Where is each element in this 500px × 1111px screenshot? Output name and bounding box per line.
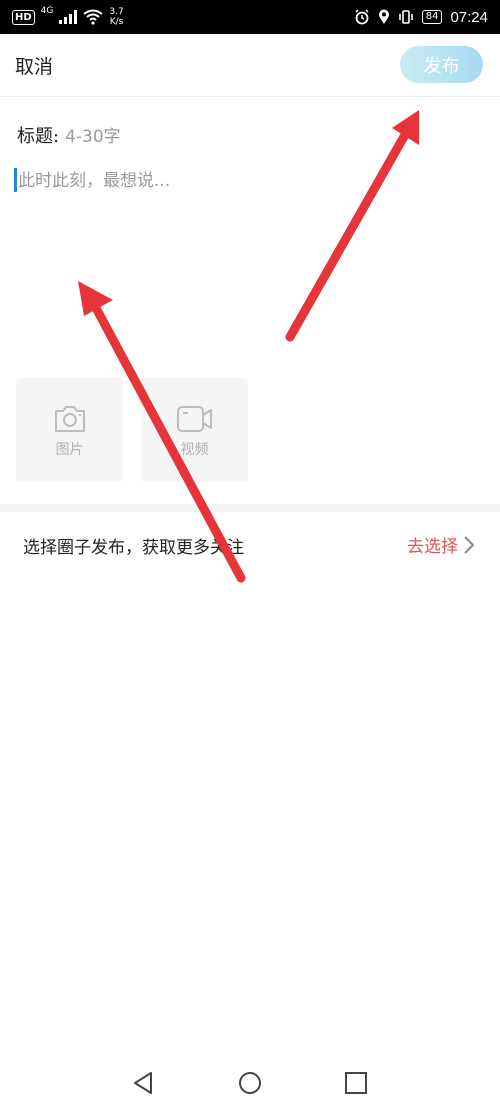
arrow-to-publish	[285, 128, 411, 342]
arrow-head-publish	[392, 110, 419, 145]
camera-icon	[54, 406, 85, 432]
content-field[interactable]: 此时此刻，最想说...	[14, 166, 170, 194]
choose-circle-label: 去选择	[407, 537, 458, 557]
clock: 07:24	[450, 8, 488, 26]
signal-icon	[59, 10, 78, 24]
wifi-icon	[83, 9, 103, 25]
status-left: HD 4G 3.7 K/s	[12, 0, 124, 34]
vibrate-icon	[398, 10, 413, 24]
video-icon	[176, 406, 212, 432]
content-placeholder: 此时此刻，最想说...	[18, 171, 171, 191]
recents-nav-icon[interactable]	[342, 1069, 370, 1097]
chevron-right-icon	[464, 535, 474, 554]
status-right: 84 07:24	[354, 0, 488, 34]
location-icon	[378, 9, 389, 24]
status-bar: HD 4G 3.7 K/s 84 07:24	[0, 0, 500, 34]
publish-button[interactable]: 发布	[400, 46, 483, 83]
alarm-icon	[355, 9, 369, 25]
text-cursor	[14, 167, 17, 192]
back-nav-icon[interactable]	[129, 1069, 157, 1097]
arrow-head-content	[78, 281, 113, 316]
top-bar: 取消 发布	[0, 34, 500, 97]
hd-badge: HD	[12, 9, 35, 25]
choose-circle-row[interactable]: 选择圈子发布，获取更多关注 去选择	[0, 504, 500, 584]
system-nav-bar	[0, 1056, 500, 1111]
home-nav-icon[interactable]	[236, 1069, 264, 1097]
network-type: 4G	[40, 6, 54, 16]
add-video-button[interactable]: 视频	[141, 378, 248, 482]
choose-circle-button[interactable]: 去选择	[407, 532, 474, 557]
add-photo-button[interactable]: 图片	[16, 378, 123, 482]
title-placeholder[interactable]: 4-30字	[65, 127, 121, 147]
cancel-button[interactable]: 取消	[15, 52, 53, 79]
title-field[interactable]: 标题: 4-30字	[17, 122, 121, 148]
speed-value: 3.7	[109, 7, 124, 17]
title-label: 标题:	[17, 126, 60, 147]
speed-unit: K/s	[109, 17, 124, 27]
circle-prompt: 选择圈子发布，获取更多关注	[23, 538, 244, 558]
video-label: 视频	[180, 442, 209, 458]
network-speed: 3.7 K/s	[109, 7, 123, 27]
photo-label: 图片	[55, 442, 84, 458]
battery-indicator: 84	[421, 10, 443, 24]
